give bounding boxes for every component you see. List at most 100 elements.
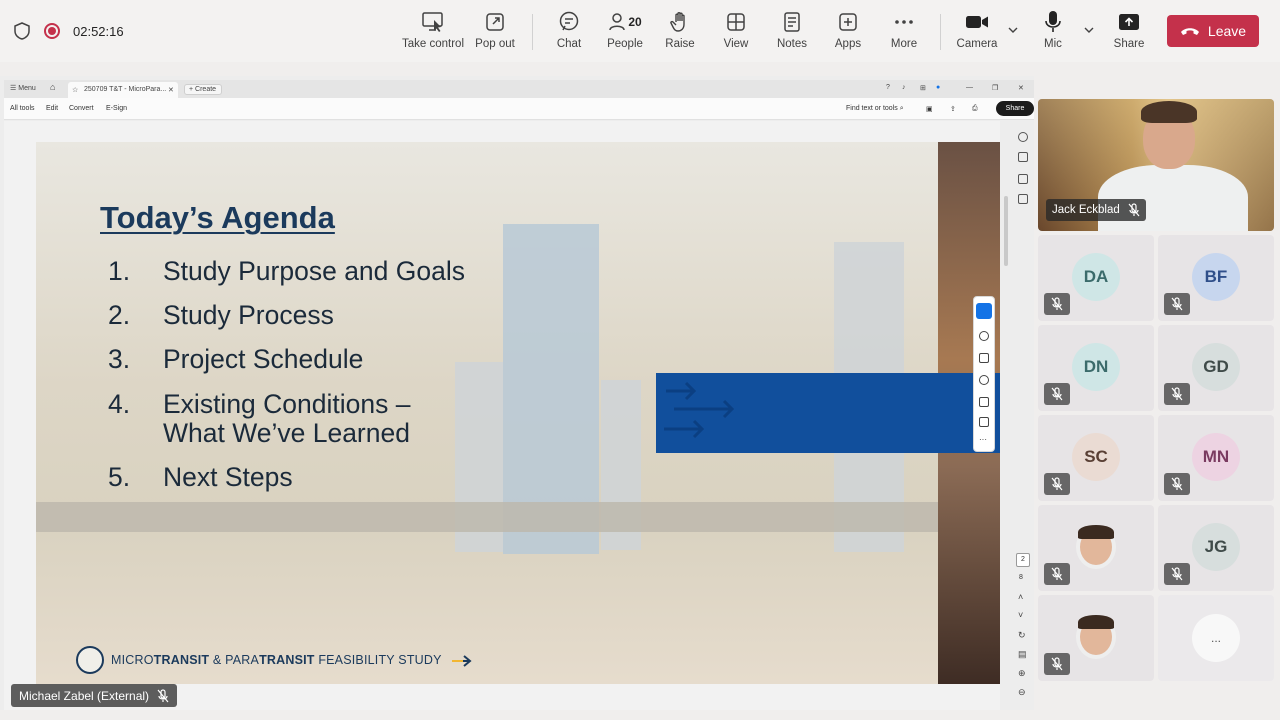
participant-initials-avatar: GD	[1192, 343, 1240, 391]
people-icon	[609, 13, 626, 31]
mic-muted-icon	[1128, 203, 1140, 217]
stamp-tool-icon[interactable]	[979, 417, 989, 427]
notes-button[interactable]: Notes	[772, 10, 812, 54]
people-button[interactable]: 20 People	[603, 10, 647, 54]
bell-icon[interactable]: ♪	[902, 84, 906, 91]
mic-button[interactable]: Mic	[1035, 10, 1071, 54]
pop-out-button[interactable]: Pop out	[474, 10, 516, 54]
more-participants-button[interactable]: ...	[1192, 614, 1240, 662]
take-control-button[interactable]: Take control	[402, 10, 464, 54]
mic-options-chevron-down-icon[interactable]	[1083, 24, 1095, 36]
participant-tile[interactable]	[1038, 595, 1154, 681]
help-icon[interactable]: ?	[886, 84, 890, 91]
mic-muted-icon	[1171, 477, 1183, 491]
meeting-timer: 02:52:16	[73, 24, 124, 39]
minimize-icon[interactable]: —	[966, 84, 973, 91]
bookmark-icon[interactable]	[1018, 152, 1028, 162]
menu-convert[interactable]: Convert	[69, 105, 94, 112]
participant-figure	[1098, 165, 1248, 231]
profile-icon[interactable]: ●	[936, 84, 940, 91]
people-count: 20	[628, 15, 642, 29]
pen-tool-icon[interactable]	[979, 353, 989, 363]
acrobat-document-tab[interactable]: ☆ 250709 T&T - MicroPara... ✕	[68, 82, 178, 98]
acrobat-create-button[interactable]: + Create	[184, 84, 222, 95]
hand-icon	[670, 12, 685, 32]
pages-icon[interactable]	[1018, 174, 1028, 184]
mic-muted-badge	[1044, 293, 1070, 315]
participant-tile[interactable]: BF	[1158, 235, 1274, 321]
find-text-or-tools[interactable]: Find text or tools ⌕	[846, 105, 904, 113]
mic-muted-icon	[1051, 387, 1063, 401]
participant-tile[interactable]	[1038, 505, 1154, 591]
participant-photo-hair	[1078, 525, 1114, 539]
camera-options-chevron-down-icon[interactable]	[1007, 24, 1019, 36]
participant-initials-avatar: BF	[1192, 253, 1240, 301]
skyline-base	[36, 502, 938, 532]
upload-icon[interactable]: ⇪	[950, 105, 956, 113]
recording-icon	[44, 23, 60, 39]
menu-esign[interactable]: E-Sign	[106, 105, 127, 112]
more-tools-icon[interactable]: ···	[979, 436, 989, 447]
maximize-icon[interactable]: ❐	[992, 84, 998, 92]
document-scrollbar[interactable]	[1004, 196, 1008, 266]
zoom-in-icon[interactable]: ⊕	[1018, 668, 1026, 679]
refresh-icon[interactable]: ↻	[1018, 630, 1026, 641]
menu-all-tools[interactable]: All tools	[10, 105, 35, 112]
participant-tile[interactable]: MN	[1158, 415, 1274, 501]
page-down-icon[interactable]: ˅	[1018, 610, 1023, 620]
search-icon: ⌕	[899, 105, 904, 112]
save-page-icon[interactable]: ▤	[1018, 649, 1027, 660]
floating-annotation-toolbar: ···	[973, 296, 995, 452]
mic-muted-badge	[1164, 563, 1190, 585]
zoom-tool-icon[interactable]	[979, 331, 989, 341]
apps-grid-icon[interactable]: ⊞	[920, 84, 926, 92]
arrow-right-icon	[452, 654, 472, 667]
raise-hand-button[interactable]: Raise	[660, 10, 700, 54]
leave-button[interactable]: Leave	[1167, 15, 1259, 47]
close-window-icon[interactable]: ✕	[1018, 84, 1024, 92]
participant-tile[interactable]: JG	[1158, 505, 1274, 591]
page-total: 8	[1019, 574, 1023, 581]
mic-muted-badge	[1164, 383, 1190, 405]
participant-video-main[interactable]: Jack Eckblad	[1038, 99, 1274, 231]
camera-button[interactable]: Camera	[955, 10, 999, 54]
more-participants-tile[interactable]: ...	[1158, 595, 1274, 681]
erase-tool-icon[interactable]	[979, 375, 989, 385]
share-button[interactable]: Share	[1110, 10, 1148, 54]
select-tool-icon[interactable]	[976, 303, 992, 319]
print-icon[interactable]: ⎙	[972, 105, 978, 113]
mic-muted-badge	[1164, 473, 1190, 495]
view-button[interactable]: View	[716, 10, 756, 54]
participant-initials-avatar: DA	[1072, 253, 1120, 301]
comment-icon[interactable]	[1018, 132, 1028, 142]
chat-icon	[559, 11, 579, 31]
microphone-icon	[1045, 11, 1061, 32]
chat-button[interactable]: Chat	[550, 10, 588, 54]
participant-tile[interactable]: DA	[1038, 235, 1154, 321]
menu-edit[interactable]: Edit	[46, 105, 58, 112]
meeting-toolbar: 02:52:16 Take control Pop out Chat 20 Pe…	[0, 0, 1280, 62]
text-tool-icon[interactable]	[979, 397, 989, 407]
home-icon[interactable]: ⌂	[50, 82, 55, 92]
layers-icon[interactable]	[1018, 194, 1028, 204]
participant-tile[interactable]: GD	[1158, 325, 1274, 411]
apps-button[interactable]: Apps	[828, 10, 868, 54]
mic-muted-icon	[1051, 297, 1063, 311]
save-icon[interactable]: ▣	[926, 105, 933, 113]
mic-muted-icon	[1171, 567, 1183, 581]
acrobat-menu-button[interactable]: ☰ Menu	[10, 84, 36, 92]
page-number-input[interactable]: 2	[1016, 553, 1030, 567]
page-up-icon[interactable]: ˄	[1018, 592, 1023, 602]
presenter-name-tag: Michael Zabel (External)	[11, 684, 178, 707]
mic-muted-icon	[1051, 567, 1063, 581]
participant-tile[interactable]: SC	[1038, 415, 1154, 501]
acrobat-share-button[interactable]: Share	[996, 101, 1034, 116]
participant-tile[interactable]: DN	[1038, 325, 1154, 411]
star-icon: ☆	[72, 87, 79, 94]
acrobat-tab-title: 250709 T&T - MicroPara...	[84, 86, 167, 93]
grid-icon	[727, 13, 745, 31]
zoom-out-icon[interactable]: ⊖	[1018, 687, 1026, 698]
more-button[interactable]: More	[884, 10, 924, 54]
mic-muted-icon	[1171, 297, 1183, 311]
close-tab-icon[interactable]: ✕	[168, 86, 174, 94]
